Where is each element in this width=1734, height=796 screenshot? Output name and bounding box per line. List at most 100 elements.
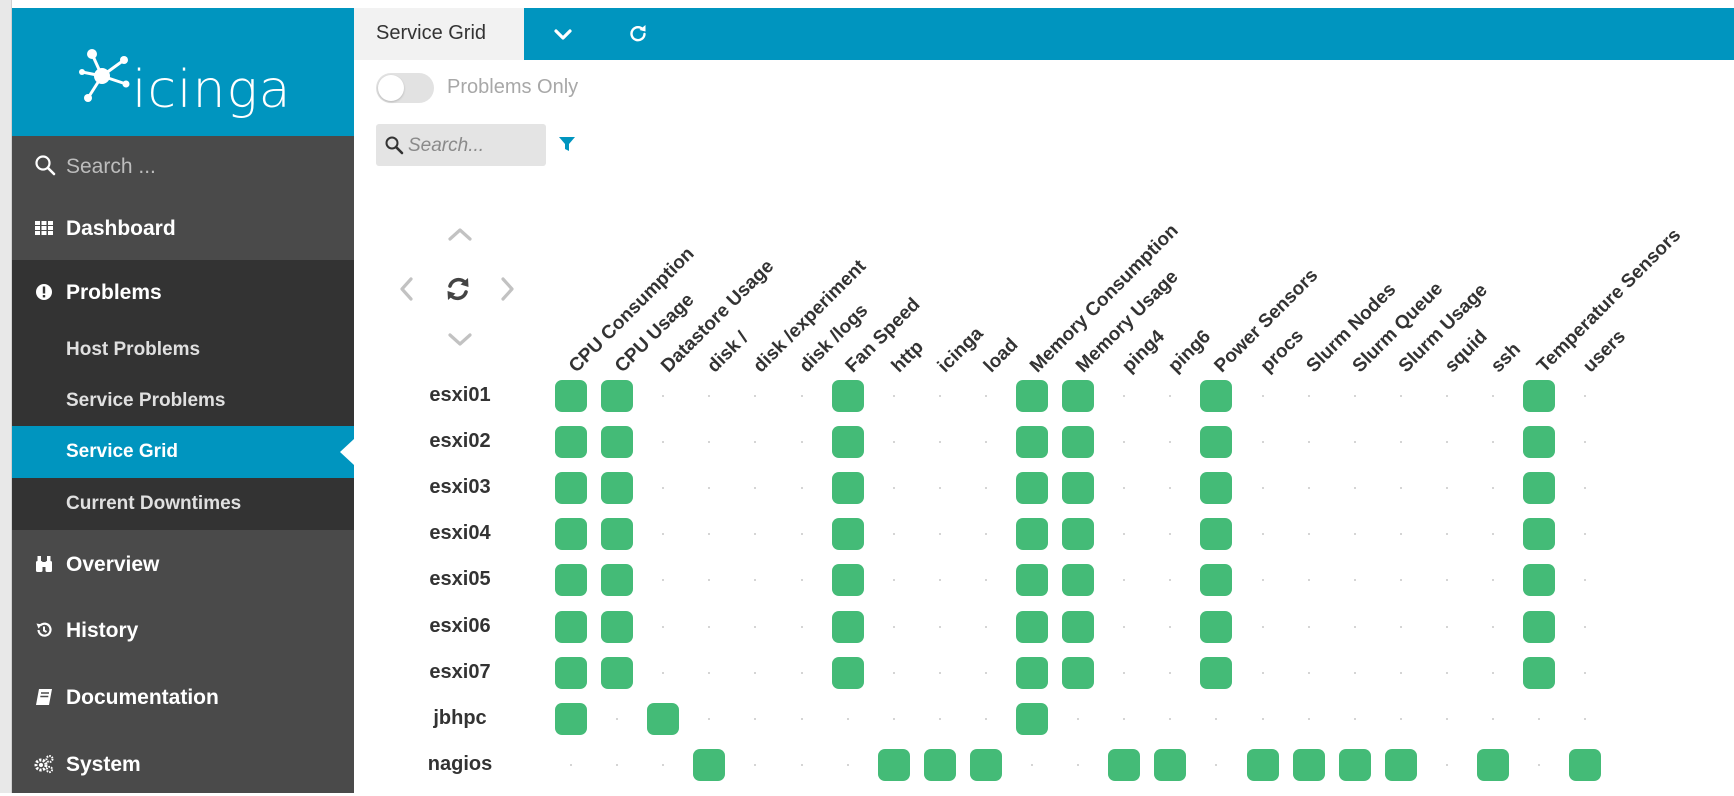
service-status-ok[interactable]: [1062, 564, 1095, 597]
service-status-ok[interactable]: [1200, 380, 1233, 412]
service-status-ok[interactable]: [1523, 518, 1556, 551]
service-status-ok[interactable]: [1523, 380, 1556, 412]
host-row-label[interactable]: esxi03: [400, 476, 520, 499]
service-status-ok[interactable]: [1523, 426, 1556, 459]
service-status-ok[interactable]: [1200, 472, 1233, 505]
service-status-ok[interactable]: [1200, 426, 1233, 459]
sidebar-item-documentation[interactable]: Documentation: [12, 665, 354, 729]
service-status-ok[interactable]: [1523, 472, 1556, 505]
host-row-label[interactable]: esxi05: [400, 568, 520, 591]
service-status-ok[interactable]: [1062, 380, 1095, 412]
sidebar-item-current-downtimes[interactable]: Current Downtimes: [12, 478, 354, 530]
service-status-ok[interactable]: [1523, 564, 1556, 597]
service-status-ok[interactable]: [831, 610, 864, 643]
service-status-ok[interactable]: [1200, 518, 1233, 551]
service-column-header[interactable]: ping6: [1164, 326, 1215, 377]
service-status-ok[interactable]: [601, 564, 634, 597]
service-status-ok[interactable]: [555, 426, 587, 459]
service-status-ok[interactable]: [555, 656, 587, 689]
service-status-ok[interactable]: [1016, 702, 1048, 735]
service-status-ok[interactable]: [1477, 748, 1509, 781]
service-status-ok[interactable]: [1062, 656, 1095, 689]
chevron-down-icon[interactable]: [444, 330, 476, 350]
service-status-ok[interactable]: [923, 748, 956, 781]
sidebar-item-history[interactable]: History: [12, 598, 354, 662]
service-status-ok[interactable]: [969, 748, 1002, 781]
service-status-ok[interactable]: [601, 426, 634, 459]
service-status-ok[interactable]: [1016, 426, 1048, 459]
service-status-ok[interactable]: [831, 656, 864, 689]
sidebar-item-service-grid[interactable]: Service Grid: [12, 426, 354, 478]
service-status-ok[interactable]: [831, 426, 864, 459]
service-status-ok[interactable]: [1200, 656, 1233, 689]
filter-icon[interactable]: [558, 135, 576, 153]
icinga-logo[interactable]: icinga: [12, 8, 354, 136]
sidebar-item-host-problems[interactable]: Host Problems: [12, 324, 354, 376]
service-status-ok[interactable]: [1062, 426, 1095, 459]
service-status-ok[interactable]: [1569, 748, 1602, 781]
service-status-ok[interactable]: [1016, 518, 1048, 551]
sidebar-item-service-problems[interactable]: Service Problems: [12, 375, 354, 427]
grid-search-input[interactable]: Search...: [376, 124, 546, 166]
tab-service-grid[interactable]: Service Grid: [354, 8, 524, 60]
service-status-ok[interactable]: [1016, 564, 1048, 597]
service-status-ok[interactable]: [1016, 472, 1048, 505]
sidebar-item-problems[interactable]: Problems: [12, 260, 354, 324]
sidebar-item-overview[interactable]: Overview: [12, 532, 354, 596]
service-status-ok[interactable]: [601, 656, 634, 689]
service-status-ok[interactable]: [1062, 610, 1095, 643]
service-column-header[interactable]: ssh: [1487, 339, 1526, 378]
service-column-header[interactable]: icinga: [934, 323, 988, 377]
refresh-icon[interactable]: [626, 21, 650, 45]
service-status-ok[interactable]: [601, 472, 634, 505]
chevron-left-icon[interactable]: [396, 273, 416, 305]
problems-only-toggle[interactable]: [376, 73, 434, 103]
service-status-ok[interactable]: [1108, 748, 1141, 781]
service-status-ok[interactable]: [1523, 656, 1556, 689]
service-status-ok[interactable]: [831, 472, 864, 505]
service-status-ok[interactable]: [1016, 656, 1048, 689]
service-status-ok[interactable]: [555, 702, 587, 735]
service-status-ok[interactable]: [1246, 748, 1279, 781]
service-status-ok[interactable]: [555, 380, 587, 412]
service-status-ok[interactable]: [1062, 518, 1095, 551]
host-row-label[interactable]: esxi04: [400, 522, 520, 545]
service-status-ok[interactable]: [1016, 380, 1048, 412]
service-status-ok[interactable]: [601, 380, 634, 412]
chevron-right-icon[interactable]: [498, 273, 518, 305]
host-row-label[interactable]: nagios: [400, 753, 520, 776]
service-status-ok[interactable]: [1062, 472, 1095, 505]
service-status-ok[interactable]: [831, 380, 864, 412]
service-status-ok[interactable]: [1523, 610, 1556, 643]
host-row-label[interactable]: esxi07: [400, 661, 520, 684]
sidebar-item-dashboard[interactable]: Dashboard: [12, 196, 354, 260]
service-status-ok[interactable]: [647, 702, 680, 735]
sidebar-search[interactable]: Search ...: [12, 136, 354, 196]
service-status-ok[interactable]: [831, 564, 864, 597]
service-status-ok[interactable]: [555, 610, 587, 643]
sidebar-item-system[interactable]: System: [12, 732, 354, 796]
service-column-header[interactable]: load: [980, 334, 1023, 377]
service-status-ok[interactable]: [1292, 748, 1325, 781]
sync-icon[interactable]: [441, 272, 475, 306]
service-status-ok[interactable]: [1154, 748, 1187, 781]
chevron-down-icon[interactable]: [550, 22, 576, 46]
service-status-ok[interactable]: [693, 748, 726, 781]
service-column-header[interactable]: http: [888, 337, 929, 378]
service-status-ok[interactable]: [877, 748, 910, 781]
service-status-ok[interactable]: [1338, 748, 1371, 781]
service-status-ok[interactable]: [555, 472, 587, 505]
service-status-ok[interactable]: [1200, 564, 1233, 597]
host-row-label[interactable]: esxi06: [400, 615, 520, 638]
chevron-up-icon[interactable]: [444, 224, 476, 244]
host-row-label[interactable]: jbhpc: [400, 707, 520, 730]
service-status-ok[interactable]: [601, 518, 634, 551]
service-status-ok[interactable]: [1384, 748, 1417, 781]
service-status-ok[interactable]: [1200, 610, 1233, 643]
service-status-ok[interactable]: [831, 518, 864, 551]
host-row-label[interactable]: esxi01: [400, 384, 520, 407]
service-status-ok[interactable]: [555, 564, 587, 597]
service-status-ok[interactable]: [555, 518, 587, 551]
service-status-ok[interactable]: [1016, 610, 1048, 643]
host-row-label[interactable]: esxi02: [400, 430, 520, 453]
